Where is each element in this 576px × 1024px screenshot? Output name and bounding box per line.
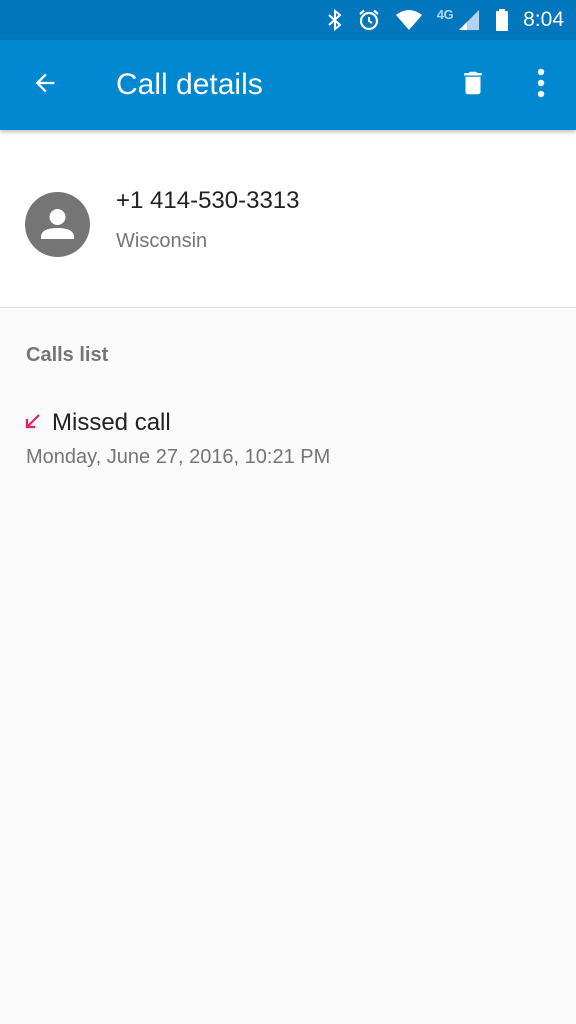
call-datetime: Monday, June 27, 2016, 10:21 PM [26,446,331,468]
list-item: Missed call Monday, June 27, 2016, 10:21… [0,404,576,480]
missed-call-icon [24,412,42,430]
more-options-button[interactable] [518,62,564,108]
trash-icon [458,66,488,105]
app-toolbar: Call details [0,40,576,130]
contact-number[interactable]: +1 414-530-3313 [116,186,300,216]
cell-signal-icon [457,8,481,32]
network-type-label: 4G [436,6,454,22]
calls-list-header: Calls list [26,344,109,366]
battery-icon [495,8,509,32]
more-vert-icon [536,68,546,103]
status-icons: 4G 8:04 [327,0,564,40]
contact-location: Wisconsin [116,230,208,252]
alarm-icon [357,8,381,32]
delete-button[interactable] [450,62,496,108]
call-type-row: Missed call [24,408,171,438]
person-icon [25,209,90,257]
arrow-back-icon [31,69,59,102]
contact-card: +1 414-530-3313 Wisconsin [0,130,576,308]
avatar[interactable] [25,192,90,257]
status-time: 8:04 [523,8,564,31]
call-type-label: Missed call [52,409,171,436]
status-bar: 4G 8:04 [0,0,576,40]
bluetooth-icon [327,8,343,32]
wifi-icon [395,9,423,31]
page-title: Call details [116,68,263,101]
back-button[interactable] [22,62,68,108]
